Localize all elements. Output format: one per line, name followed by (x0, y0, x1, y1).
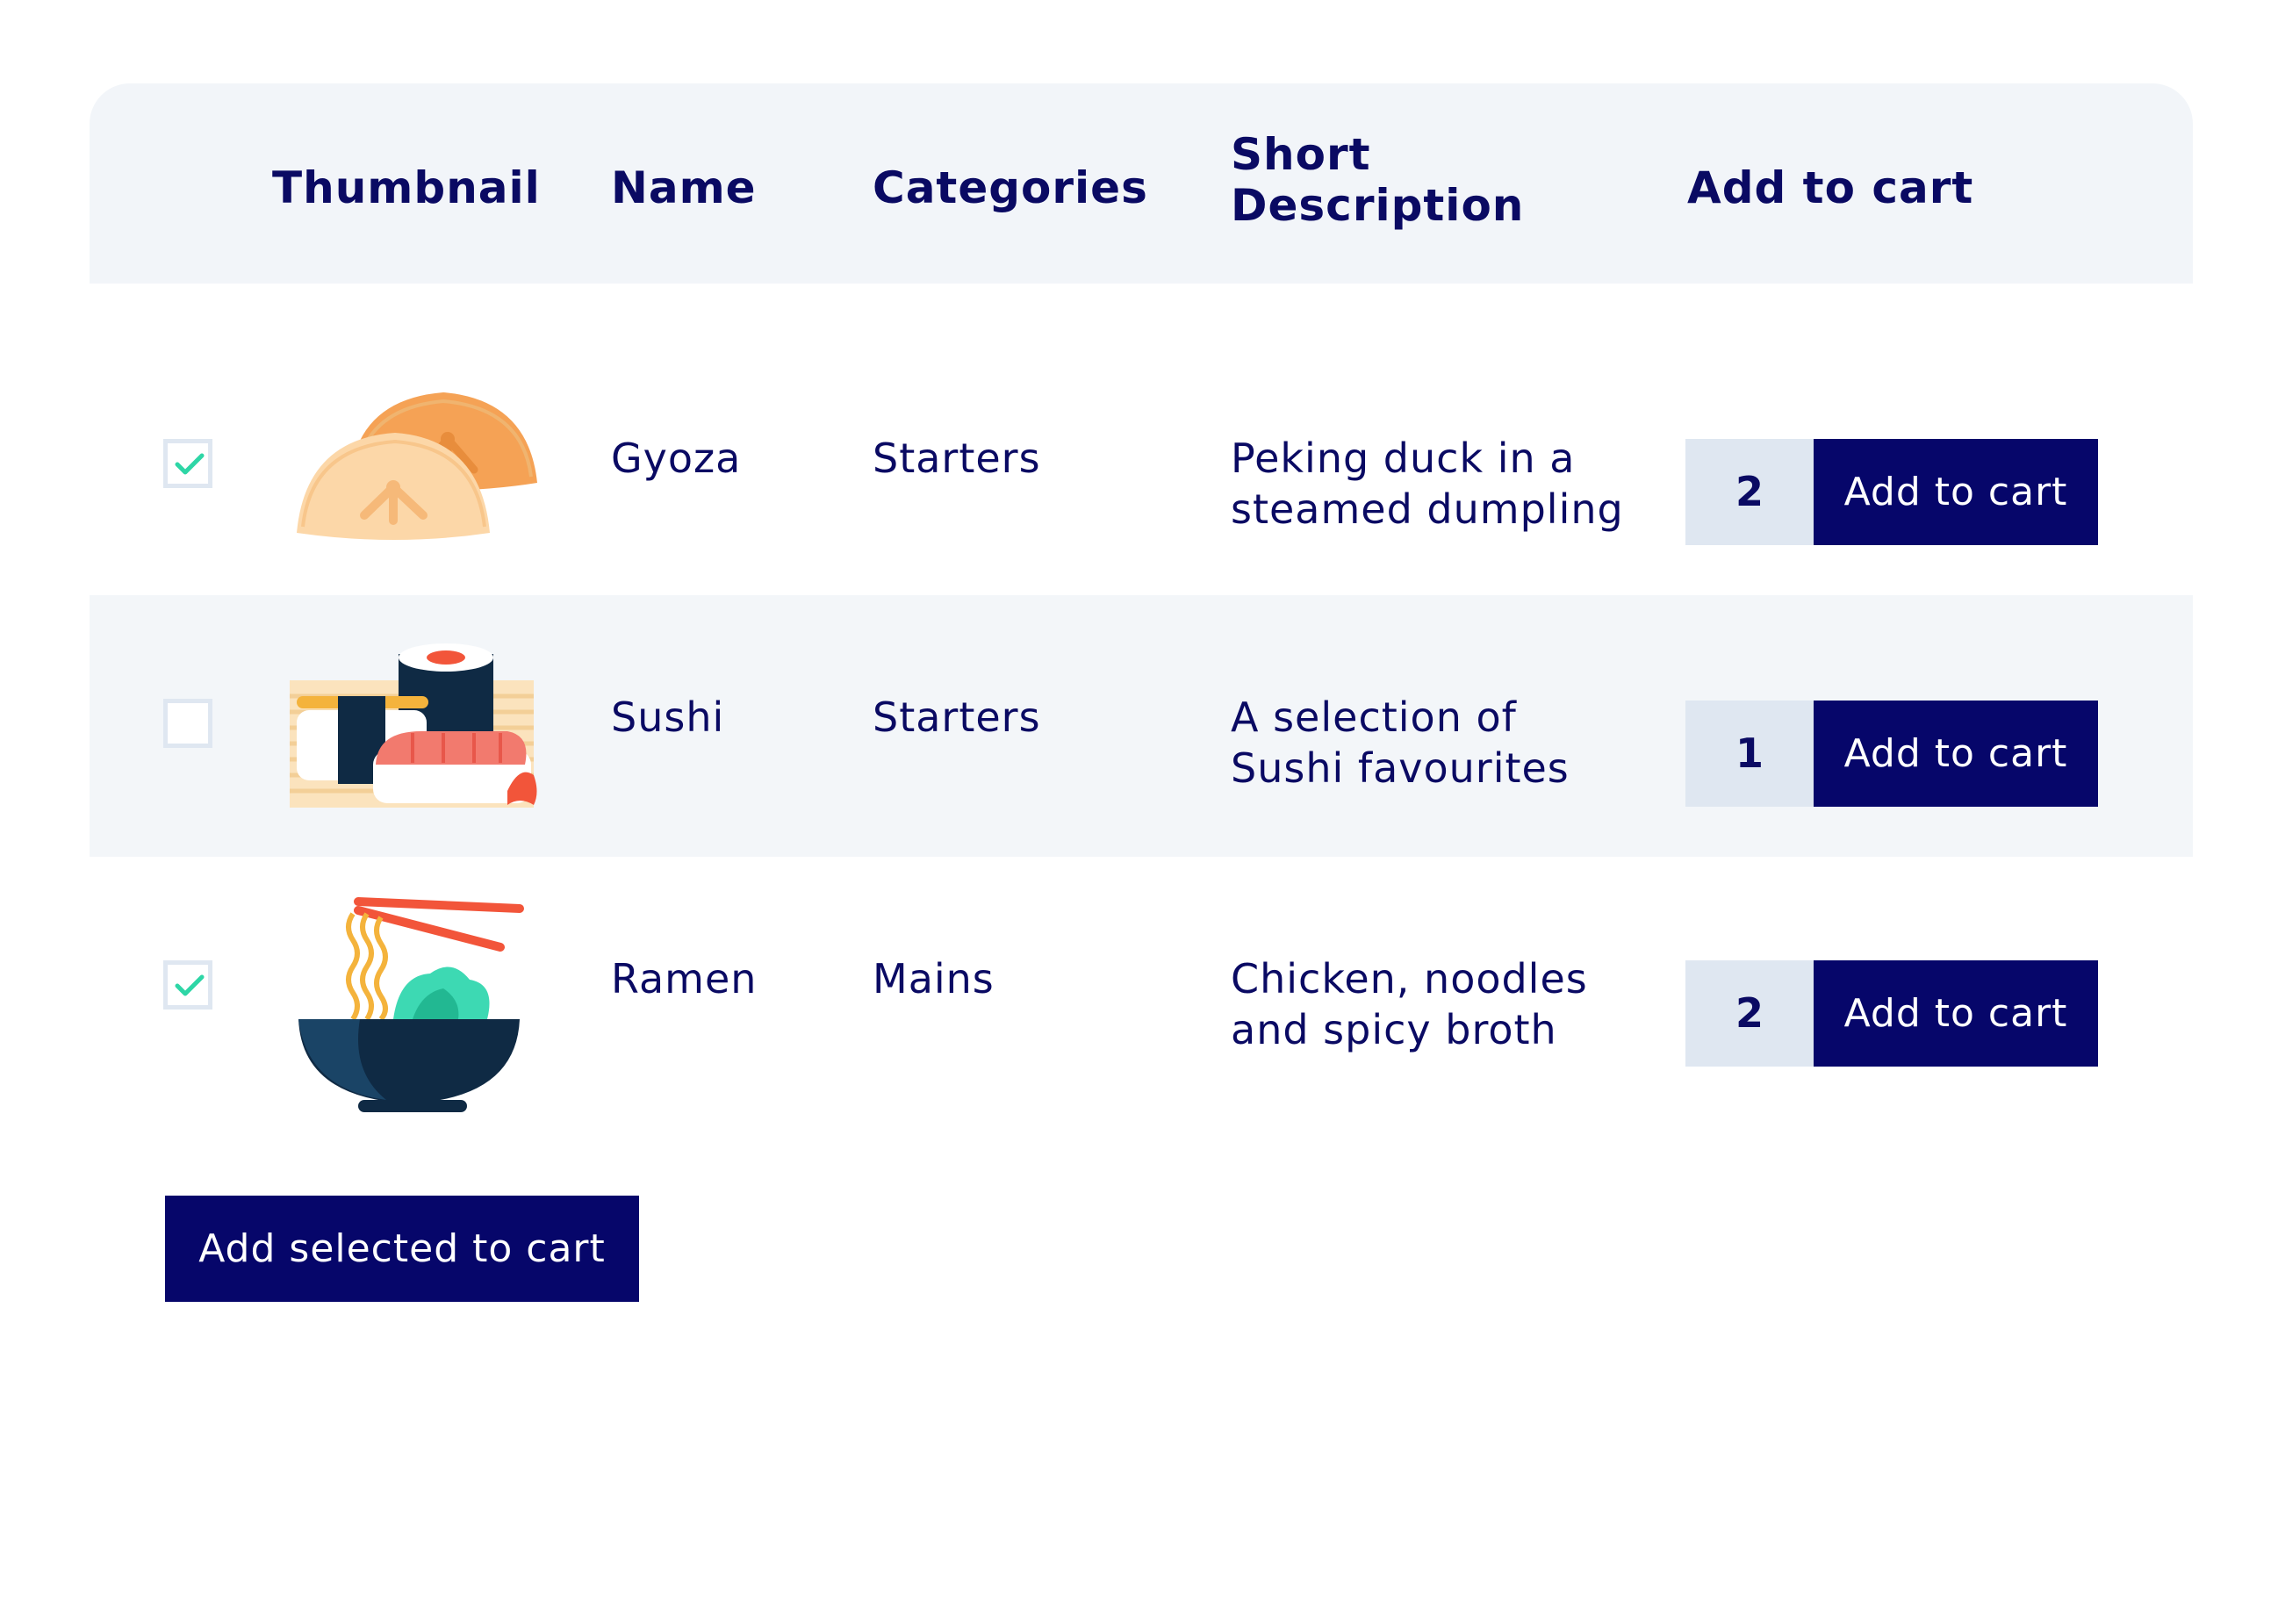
product-table: Thumbnail Name Categories Short Descript… (90, 83, 2193, 1112)
row-checkbox[interactable] (163, 439, 212, 488)
ramen-icon (290, 896, 527, 1119)
table-row: Ramen Mains Chicken, noodles and spicy b… (90, 857, 2193, 1120)
product-description-line1: Peking duck in a (1231, 435, 1576, 482)
column-header-thumbnail: Thumbnail (272, 162, 541, 213)
quantity-input[interactable]: 2 (1685, 960, 1814, 1067)
column-header-categories: Categories (873, 162, 1148, 213)
checkmark-icon (175, 974, 205, 996)
product-name: Ramen (611, 955, 758, 1002)
column-header-add-to-cart: Add to cart (1687, 162, 1974, 213)
checkmark-icon (175, 453, 205, 475)
quantity-input[interactable]: 1 (1685, 701, 1814, 807)
product-description: A selection of Sushi favourites (1231, 692, 1570, 794)
product-category: Starters (873, 693, 1041, 741)
gyoza-icon (290, 382, 544, 548)
add-selected-to-cart-button[interactable]: Add selected to cart (165, 1196, 639, 1302)
row-checkbox[interactable] (163, 960, 212, 1010)
quantity-input[interactable]: 2 (1685, 439, 1814, 545)
column-header-short-description: Short Description (1231, 129, 1524, 231)
product-description-line1: A selection of (1231, 693, 1517, 741)
product-category: Mains (873, 955, 995, 1002)
table-header: Thumbnail Name Categories Short Descript… (90, 83, 2193, 284)
sushi-icon (290, 643, 544, 814)
add-to-cart-button[interactable]: Add to cart (1814, 960, 2098, 1067)
add-to-cart-button[interactable]: Add to cart (1814, 701, 2098, 807)
product-description-line2: Sushi favourites (1231, 744, 1570, 792)
product-description: Chicken, noodles and spicy broth (1231, 953, 1588, 1055)
add-to-cart-button[interactable]: Add to cart (1814, 439, 2098, 545)
column-header-short-description-line2: Description (1231, 180, 1525, 231)
product-name: Sushi (611, 693, 725, 741)
product-description-line1: Chicken, noodles (1231, 955, 1588, 1002)
product-category: Starters (873, 435, 1041, 482)
product-description-line2: steamed dumpling (1231, 485, 1624, 533)
product-description-line2: and spicy broth (1231, 1006, 1557, 1053)
product-description: Peking duck in a steamed dumpling (1231, 433, 1624, 535)
product-name: Gyoza (611, 435, 742, 482)
column-header-short-description-line1: Short (1231, 129, 1371, 180)
table-row: Sushi Starters A selection of Sushi favo… (90, 595, 2193, 857)
row-checkbox[interactable] (163, 699, 212, 748)
column-header-name: Name (611, 162, 757, 213)
table-row: Gyoza Starters Peking duck in a steamed … (90, 284, 2193, 595)
